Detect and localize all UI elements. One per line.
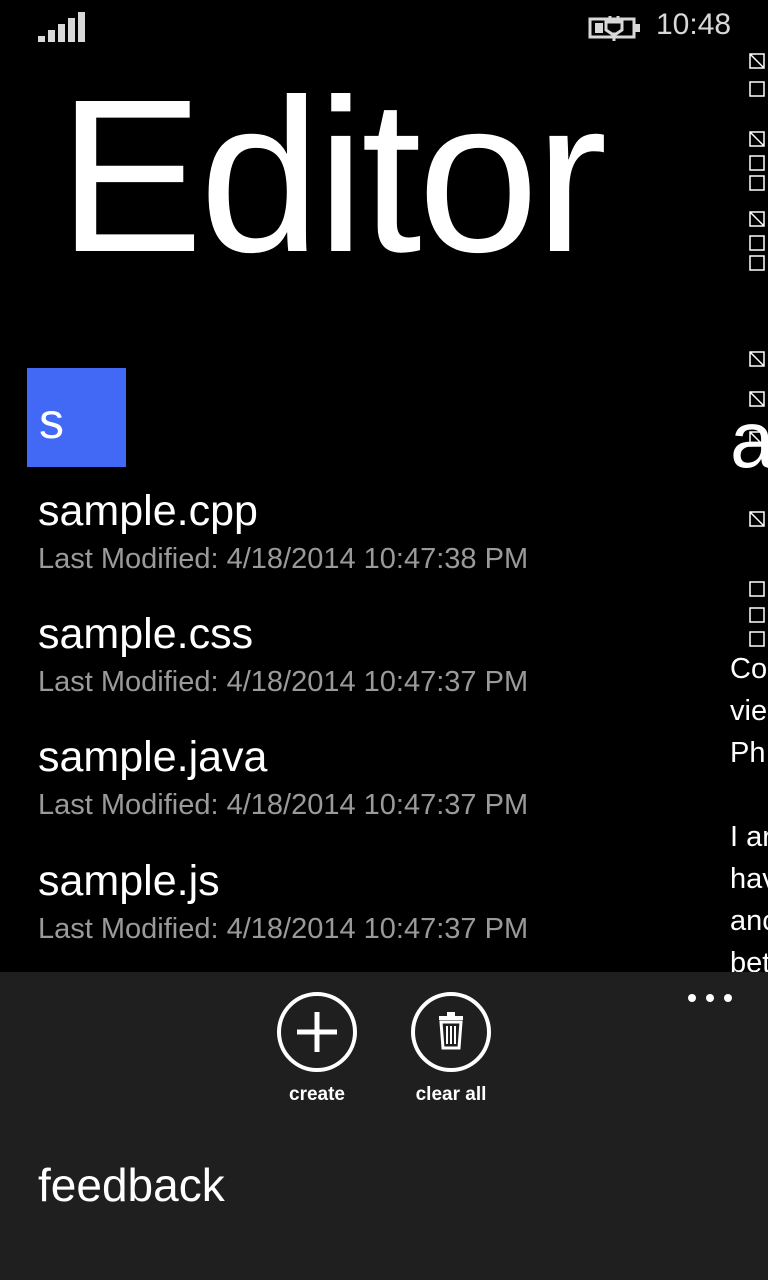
file-name: sample.java — [38, 733, 268, 781]
file-list-item[interactable]: sample.js Last Modified: 4/18/2014 10:47… — [38, 850, 698, 970]
file-last-modified: Last Modified: 4/18/2014 10:47:37 PM — [38, 789, 529, 821]
clear-all-button-label: clear all — [415, 1084, 487, 1105]
battery-charging-icon — [588, 16, 640, 41]
group-header-letter: s — [39, 393, 64, 449]
file-name: sample.css — [38, 610, 254, 658]
file-name: sample.cpp — [38, 487, 258, 535]
page-title: Editor — [58, 55, 607, 298]
group-header-tile[interactable]: s — [27, 368, 126, 467]
file-list-item[interactable]: sample.cpp Last Modified: 4/18/2014 10:4… — [38, 480, 698, 600]
next-section-heading: a — [730, 395, 768, 484]
create-button-label: create — [289, 1084, 345, 1105]
clear-all-button[interactable]: clear all — [390, 992, 510, 1112]
more-ellipsis-icon[interactable] — [682, 986, 738, 1010]
status-clock: 10:48 — [656, 8, 732, 41]
trash-icon — [411, 992, 491, 1072]
next-panorama-section[interactable]: a Co vie Ph I ar hav anc bet — [730, 0, 768, 972]
file-last-modified: Last Modified: 4/18/2014 10:47:37 PM — [38, 913, 529, 945]
menu-item-feedback[interactable]: feedback — [38, 1158, 225, 1213]
file-last-modified: Last Modified: 4/18/2014 10:47:37 PM — [38, 666, 529, 698]
file-name: sample.js — [38, 857, 220, 905]
file-last-modified: Last Modified: 4/18/2014 10:47:38 PM — [38, 543, 529, 575]
next-section-text: Co vie Ph I ar hav anc bet — [730, 653, 768, 972]
status-bar: 10:48 — [0, 0, 768, 56]
add-icon — [277, 992, 357, 1072]
file-list-item[interactable]: sample.css Last Modified: 4/18/2014 10:4… — [38, 603, 698, 723]
missing-glyph-icon — [749, 53, 765, 647]
app-bar: create clear all feedback — [0, 972, 768, 1280]
file-list-item[interactable]: sample.java Last Modified: 4/18/2014 10:… — [38, 726, 698, 846]
create-button[interactable]: create — [256, 992, 376, 1112]
signal-strength-icon — [38, 12, 85, 42]
